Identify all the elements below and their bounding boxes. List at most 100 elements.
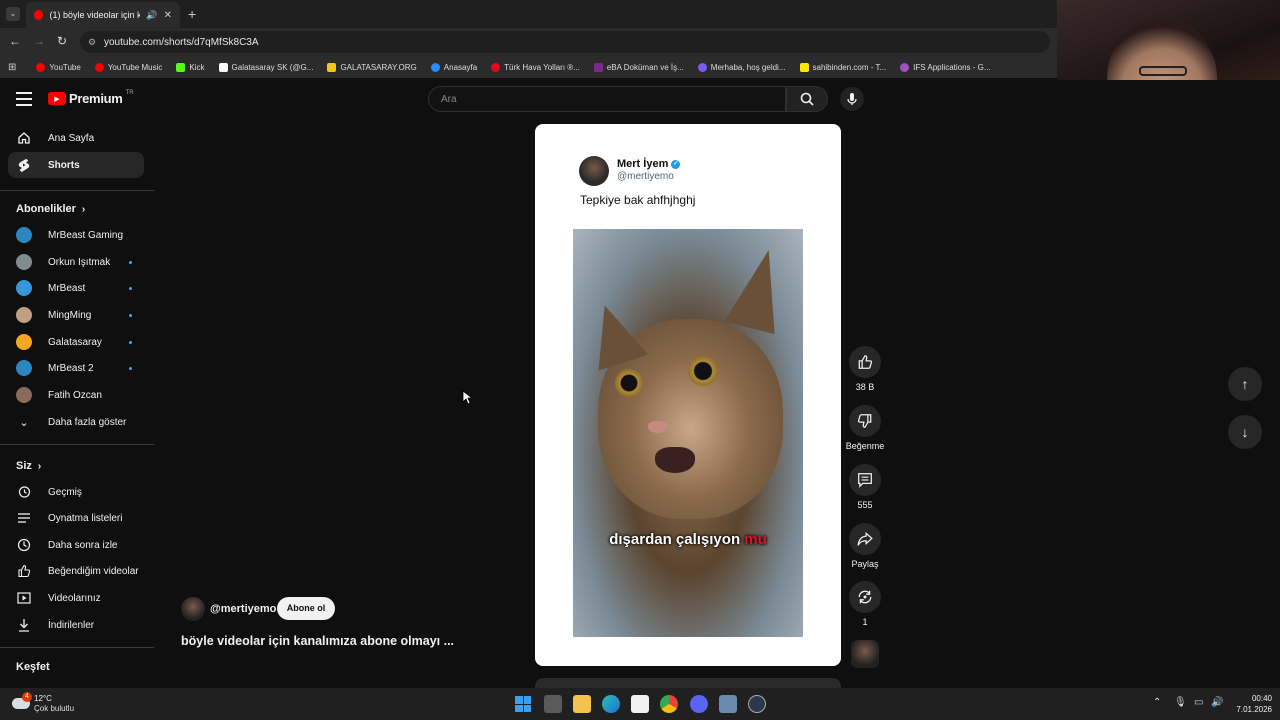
sidebar-sub-mrbeast-2[interactable]: MrBeast 2 xyxy=(8,355,144,381)
chevron-down-icon: ⌄ xyxy=(19,416,29,429)
bookmark-youtube-music[interactable]: YouTube Music xyxy=(94,62,162,72)
youtube-icon xyxy=(36,62,46,72)
thumbs-down-icon xyxy=(857,414,872,428)
short-title[interactable]: böyle videolar için kanalımıza abone olm… xyxy=(181,634,454,648)
new-tab-button[interactable]: + xyxy=(188,6,196,22)
search-button[interactable] xyxy=(786,86,828,112)
clock-date: 7.01.2026 xyxy=(1236,705,1272,714)
task-view-icon[interactable] xyxy=(544,695,562,713)
bookmark-sahibinden[interactable]: sahibinden.com - T... xyxy=(799,62,886,72)
bookmark-eba[interactable]: eBA Doküman ve İş... xyxy=(593,62,684,72)
search-input[interactable]: Ara xyxy=(428,86,786,112)
like-button[interactable] xyxy=(849,346,881,378)
comments-button[interactable] xyxy=(849,464,881,496)
bookmark-ifs[interactable]: IFS Applications - G... xyxy=(900,62,991,72)
remix-count: 1 xyxy=(862,617,868,627)
sahibinden-icon xyxy=(799,62,809,72)
sidebar-sub-mrbeast[interactable]: MrBeast xyxy=(8,275,144,301)
globe-icon xyxy=(697,62,707,72)
sidebar-sub-orkun-isitmak[interactable]: Orkun Işıtmak xyxy=(8,249,144,275)
ifs-icon xyxy=(900,62,910,72)
channel-avatar[interactable] xyxy=(181,597,205,621)
sidebar-item-home[interactable]: Ana Sayfa xyxy=(8,125,144,151)
tweet-handle: @mertiyemo xyxy=(617,171,674,182)
you-heading[interactable]: Siz › xyxy=(16,460,41,472)
sidebar-divider xyxy=(0,647,154,648)
bookmark-youtube[interactable]: YouTube xyxy=(36,62,81,72)
bookmark-galatasaray-x[interactable]: Galatasaray SK (@G... xyxy=(218,62,313,72)
tray-display-icon[interactable]: ▭ xyxy=(1194,697,1203,708)
tweet-author-name: Mert İyem ✓ xyxy=(617,158,681,170)
weather-widget[interactable]: 4 12°C Çok bulutlu xyxy=(10,692,100,716)
dislike-button[interactable] xyxy=(849,405,881,437)
chrome-icon[interactable] xyxy=(660,695,678,713)
sidebar-item-watch-later[interactable]: Daha sonra izle xyxy=(8,532,144,558)
next-short-button[interactable]: ↓ xyxy=(1228,415,1262,449)
chevron-right-icon: › xyxy=(37,460,42,472)
back-icon[interactable]: ← xyxy=(9,34,21,48)
subscriptions-heading[interactable]: Abonelikler › xyxy=(16,203,85,215)
forward-icon[interactable]: → xyxy=(33,34,45,48)
shorts-icon xyxy=(16,157,32,173)
search-icon xyxy=(800,92,814,106)
new-content-dot xyxy=(129,260,132,264)
show-more-button[interactable]: ⌄ Daha fazla göster xyxy=(8,409,144,435)
video-icon xyxy=(16,590,32,606)
mouse-cursor-icon xyxy=(462,390,472,405)
comment-icon xyxy=(858,473,872,488)
file-explorer-icon[interactable] xyxy=(573,695,591,713)
start-icon[interactable] xyxy=(515,696,531,712)
share-label: Paylaş xyxy=(851,559,879,569)
apps-grid-icon[interactable]: ⊞ xyxy=(8,62,16,73)
bookmark-anasayfa[interactable]: Anasayfa xyxy=(430,62,477,72)
sidebar-sub-fatih-ozcan[interactable]: Fatih Ozcan xyxy=(8,382,144,408)
bookmark-kick[interactable]: Kick xyxy=(176,62,205,72)
clock[interactable]: 00:40 7.01.2026 xyxy=(1228,693,1272,715)
sidebar-sub-galatasaray[interactable]: Galatasaray xyxy=(8,329,144,355)
close-tab-icon[interactable]: ✕ xyxy=(164,10,172,21)
remix-button[interactable] xyxy=(849,581,881,613)
bookmark-galatasaray-org[interactable]: GALATASARAY.ORG xyxy=(327,62,417,72)
bookmark-merhaba[interactable]: Merhaba, hoş geldi... xyxy=(697,62,786,72)
arrow-up-icon: ↑ xyxy=(1241,376,1249,392)
like-count: 38 B xyxy=(855,382,875,392)
address-bar[interactable]: ⚙ youtube.com/shorts/d7qMfSk8C3A xyxy=(80,31,1050,53)
previous-short-button[interactable]: ↑ xyxy=(1228,367,1262,401)
next-short-preview[interactable] xyxy=(535,678,841,688)
tab-list-button[interactable]: ⌄ xyxy=(6,7,20,21)
channel-handle[interactable]: @mertiyemo xyxy=(210,603,276,615)
tray-mic-icon[interactable]: 🎙 xyxy=(1174,697,1187,708)
sidebar-item-playlists[interactable]: Oynatma listeleri xyxy=(8,505,144,531)
tray-chevron-up-icon[interactable]: ⌃ xyxy=(1153,697,1161,708)
reload-icon[interactable]: ↻ xyxy=(57,34,67,48)
audio-source-thumbnail[interactable] xyxy=(851,640,879,668)
sidebar-sub-mrbeast-gaming[interactable]: MrBeast Gaming xyxy=(8,222,144,248)
chevron-right-icon: › xyxy=(81,203,86,215)
avatar xyxy=(16,360,32,376)
site-info-icon[interactable]: ⚙ xyxy=(88,37,96,48)
glasses-icon xyxy=(1139,66,1187,76)
edge-icon[interactable] xyxy=(602,695,620,713)
tray-speaker-icon[interactable]: 🔊 xyxy=(1211,697,1223,708)
steam-icon[interactable] xyxy=(748,695,766,713)
discord-icon[interactable] xyxy=(690,695,708,713)
sidebar-item-history[interactable]: Geçmiş xyxy=(8,479,144,505)
download-icon xyxy=(16,617,32,633)
microsoft-store-icon[interactable] xyxy=(631,695,649,713)
share-button[interactable] xyxy=(849,523,881,555)
sidebar-item-shorts[interactable]: Shorts xyxy=(8,152,144,178)
sidebar-item-liked-videos[interactable]: Beğendiğim videolar xyxy=(8,558,144,584)
cat-video-frame: dışardan çalışıyon mu xyxy=(573,229,803,637)
home-icon xyxy=(16,130,32,146)
browser-tab[interactable]: (1) böyle videolar için kanal 🔊 ✕ xyxy=(26,2,180,28)
eba-icon xyxy=(593,62,603,72)
subscribe-button[interactable]: Abone ol xyxy=(277,597,335,620)
voice-search-button[interactable] xyxy=(840,87,864,111)
bookmark-thy[interactable]: Türk Hava Yolları ®... xyxy=(491,62,580,72)
explore-heading: Keşfet xyxy=(16,661,50,673)
cat-mouth xyxy=(655,447,695,473)
sidebar-item-downloads[interactable]: İndirilenler xyxy=(8,612,144,638)
sidebar-sub-mingming[interactable]: MingMing xyxy=(8,302,144,328)
sidebar-item-your-videos[interactable]: Videolarınız xyxy=(8,585,144,611)
network-app-icon[interactable] xyxy=(719,695,737,713)
